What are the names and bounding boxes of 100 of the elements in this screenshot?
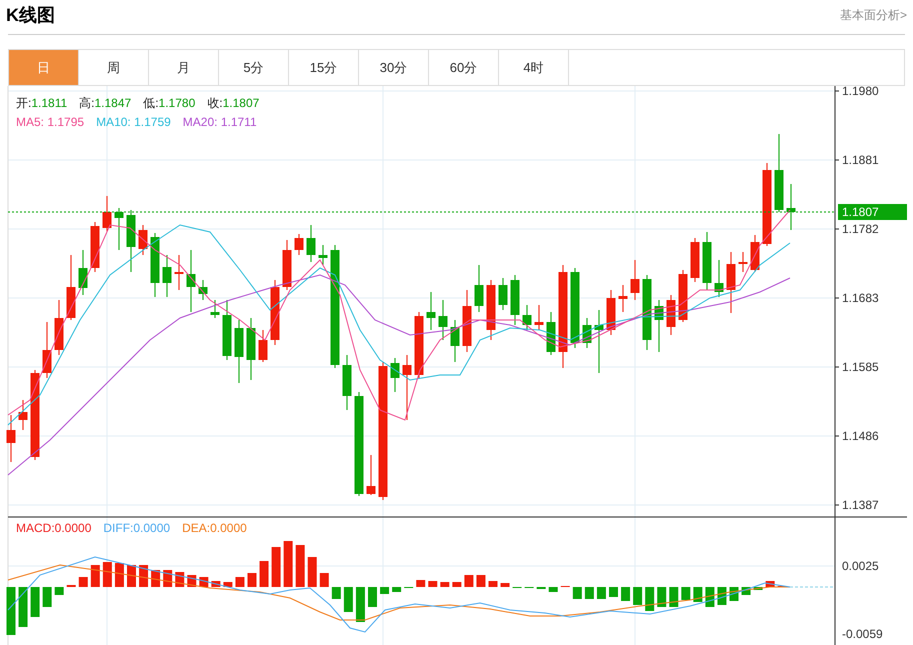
macd-bar [368, 587, 377, 607]
candlestick [42, 322, 52, 378]
macd-bar [440, 582, 450, 587]
candlestick [654, 300, 664, 352]
candlestick [486, 280, 496, 340]
macd-bar [645, 587, 654, 611]
macd-bar [476, 575, 486, 587]
macd-bar [392, 587, 402, 592]
fundamental-analysis-link[interactable]: 基本面分析> [840, 6, 907, 24]
price-axis-label: 1.1486 [842, 429, 879, 443]
candlestick [390, 358, 400, 392]
candlestick [678, 270, 688, 322]
candlestick [366, 454, 376, 496]
macd-bar [320, 573, 329, 587]
candlestick [246, 318, 256, 380]
ohlc-legend-value: 1.1807 [222, 95, 260, 112]
macd-bar [548, 587, 558, 592]
price-axis-label: 1.1881 [842, 153, 879, 167]
ohlc-legend-value: 1.1847 [94, 95, 132, 112]
candlestick [462, 290, 472, 352]
macd-bar [681, 587, 690, 600]
candlestick [222, 300, 232, 360]
macd-bar [464, 575, 474, 587]
candlestick [282, 240, 292, 290]
macd-bar [78, 577, 88, 587]
macd-bar [30, 587, 40, 617]
candlestick [126, 210, 136, 272]
macd-bar [90, 565, 100, 587]
macd-legend-item: MACD:0.0000 [16, 520, 92, 537]
macd-bar [754, 587, 763, 590]
zero-line [790, 586, 836, 588]
macd-bar [633, 587, 642, 605]
macd-bar [235, 577, 244, 587]
macd-legend-item: DIFF:0.0000 [103, 520, 170, 537]
current-price-label: 1.1807 [842, 205, 879, 219]
candlestick [702, 232, 712, 290]
candlestick [534, 304, 544, 330]
macd-bar [284, 541, 293, 587]
macd-bar [669, 587, 678, 607]
candlestick [294, 234, 304, 256]
macd-bar [428, 581, 438, 587]
macd-bar [609, 587, 618, 597]
candlestick [198, 280, 208, 300]
macd-bar [488, 581, 498, 587]
macd-bar [621, 587, 630, 601]
macd-bar [18, 587, 28, 627]
candlestick [714, 260, 724, 298]
macd-bar [596, 587, 606, 599]
macd-bar [54, 587, 64, 595]
ohlc-legend-value: 1.1811 [31, 95, 68, 112]
macd-bar [416, 580, 426, 587]
ma-legend-item: MA5: 1.1795 [16, 114, 84, 131]
candlestick [594, 310, 604, 374]
candlestick [102, 196, 112, 232]
candlestick [606, 290, 616, 336]
ohlc-legend-label: 收: [207, 95, 223, 112]
macd-bar [102, 562, 112, 587]
macd-axis-label: 0.0025 [842, 559, 879, 573]
candlestick [546, 312, 556, 356]
candlestick [90, 222, 100, 272]
macd-bar [6, 587, 16, 635]
candlestick [114, 208, 124, 250]
macd-bar [127, 565, 136, 587]
candlestick [234, 320, 244, 384]
macd-bar [272, 547, 281, 587]
candlestick [162, 254, 172, 298]
candlestick [786, 184, 796, 230]
ma-legend-item: MA20: 1.1711 [182, 114, 257, 131]
price-axis-label: 1.1980 [842, 86, 879, 98]
macd-bar [139, 565, 148, 587]
macd-bar [223, 582, 232, 587]
macd-bar [332, 587, 341, 599]
candlestick [402, 354, 412, 420]
candlestick [738, 252, 748, 272]
candlestick [342, 354, 352, 410]
price-axis-label: 1.1782 [842, 222, 879, 236]
candlestick [258, 330, 268, 362]
candlestick [174, 254, 184, 290]
candlestick [666, 294, 676, 336]
candlestick [726, 252, 736, 314]
candlestick [66, 254, 76, 320]
price-axis-label: 1.1683 [842, 291, 879, 305]
ohlc-legend-label: 开: [16, 95, 32, 112]
candlestick [510, 274, 520, 326]
current-price-tag [838, 204, 907, 220]
macd-bar [42, 587, 52, 607]
macd-bar [657, 587, 666, 607]
macd-bar [114, 563, 124, 587]
candlestick [318, 244, 328, 266]
macd-bar [296, 545, 305, 587]
candlestick [582, 318, 592, 348]
candlestick [150, 232, 160, 298]
macd-bar [344, 587, 353, 612]
macd-bar [584, 587, 594, 599]
candlestick [522, 304, 532, 330]
candlestick [18, 400, 28, 430]
page-title: K线图 [6, 4, 55, 26]
macd-axis-label: -0.0059 [842, 627, 883, 641]
candlestick [750, 234, 760, 272]
candlestick [450, 320, 460, 362]
